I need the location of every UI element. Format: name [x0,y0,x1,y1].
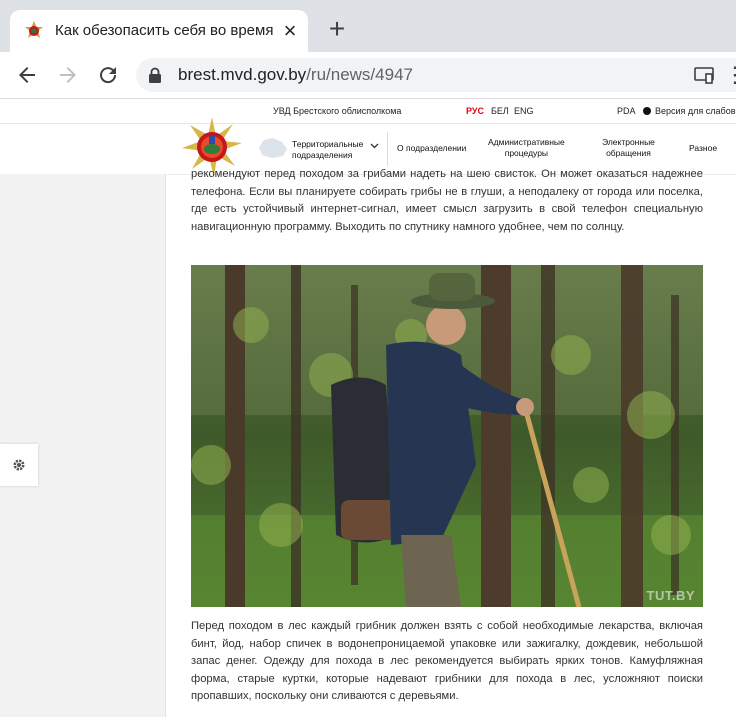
gear-icon [13,459,25,471]
browser-tab[interactable]: Как обезопасить себя во время × [10,10,308,52]
nav-admin-procedures[interactable]: Административные процедуры [488,137,565,159]
close-tab-icon[interactable]: × [280,20,300,42]
nav-territorial[interactable]: Территориальные подразделения [292,139,363,161]
org-name: УВД Брестского облисполкома [273,106,402,116]
new-tab-icon[interactable]: + [326,15,348,43]
settings-button[interactable] [0,444,38,486]
belarus-map-icon[interactable] [256,137,288,159]
mushroom-picker-photo [191,265,703,607]
cast-icon[interactable] [694,66,714,84]
accessibility-link[interactable]: Версия для слабовид [643,106,736,116]
reload-icon[interactable] [96,63,120,87]
nav-misc[interactable]: Разное [689,143,717,154]
site-favicon-icon [25,21,43,38]
article-paragraph-bottom: Перед походом в лес каждый грибник долже… [191,620,703,703]
browser-tabstrip: Как обезопасить себя во время × + [0,0,736,52]
chevron-down-icon[interactable] [370,143,379,149]
pda-link[interactable]: PDA [617,106,636,116]
eye-icon [643,107,651,115]
lang-be[interactable]: БЕЛ [491,106,509,116]
address-bar[interactable]: brest.mvd.gov.by/ru/news/4947 ⋮ [136,58,736,92]
site-topline: УВД Брестского облисполкома РУС БЕЛ ENG … [0,99,736,124]
article-paragraph-top: рекомендуют перед походом за грибами над… [191,168,703,233]
left-sidebar [0,174,166,717]
forward-arrow-icon[interactable] [56,63,80,87]
lock-icon[interactable] [148,67,162,83]
back-arrow-icon[interactable] [15,63,39,87]
tab-title: Как обезопасить себя во время [55,22,274,39]
article-photo: TUT.BY [191,265,703,607]
lang-en[interactable]: ENG [514,106,534,116]
photo-watermark: TUT.BY [646,588,695,603]
nav-divider [387,132,388,166]
browser-menu-icon[interactable]: ⋮ [724,62,736,88]
url-text: brest.mvd.gov.by/ru/news/4947 [178,65,413,84]
nav-electronic-appeals[interactable]: Электронные обращения [602,137,655,159]
nav-about[interactable]: О подразделении [397,143,466,154]
browser-toolbar: brest.mvd.gov.by/ru/news/4947 ⋮ [0,52,736,99]
lang-ru[interactable]: РУС [466,106,484,116]
